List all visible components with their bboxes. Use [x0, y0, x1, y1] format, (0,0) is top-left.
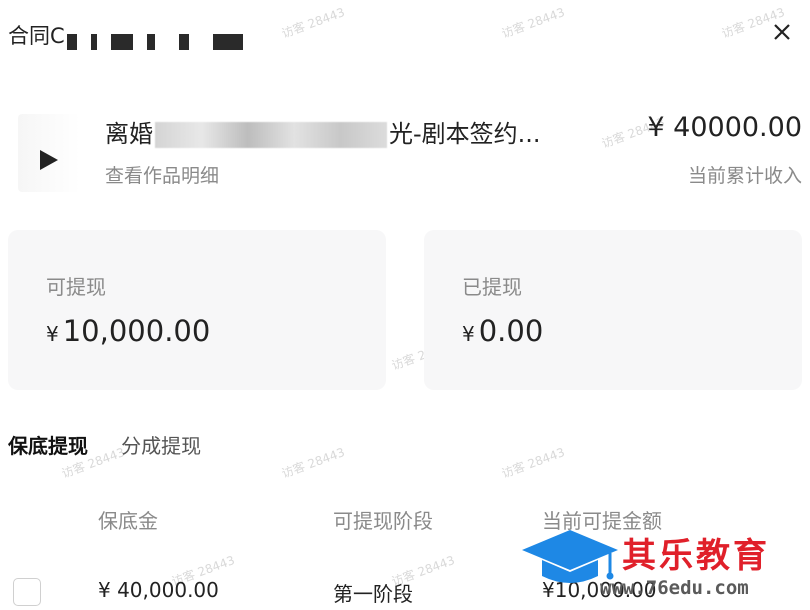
work-title-start: 离婚	[105, 120, 153, 148]
column-header-stage: 可提现阶段	[333, 509, 433, 533]
dialog-title-text: 合同C	[8, 24, 65, 48]
withdrawn-amount: 0.00	[478, 314, 544, 348]
work-cover[interactable]	[18, 114, 80, 192]
work-title-end: 光-剧本签约...	[389, 120, 541, 148]
brand-logo-watermark: 其乐教育 www.76edu.com	[520, 528, 810, 608]
withdrawable-card: 可提现 ¥10,000.00	[8, 230, 386, 390]
brand-logo-text: 其乐教育	[622, 536, 770, 576]
withdrawn-currency: ¥	[462, 322, 475, 346]
withdrawn-label: 已提现	[462, 275, 522, 299]
brand-logo-url: www.76edu.com	[600, 577, 749, 599]
redacted-title-blur	[155, 122, 387, 148]
dialog-header: 合同C	[0, 0, 810, 70]
withdrawable-amount: 10,000.00	[62, 314, 211, 348]
withdrawn-card: 已提现 ¥0.00	[424, 230, 802, 390]
watermark: 访客 28443	[499, 445, 567, 481]
redacted-title-mosaic	[66, 29, 243, 50]
tab-share-withdraw[interactable]: 分成提现	[121, 430, 201, 459]
withdrawn-value: ¥0.00	[462, 314, 543, 348]
total-income-amount: ¥ 40000.00	[647, 112, 802, 143]
tab-guarantee-withdraw[interactable]: 保底提现	[8, 430, 88, 459]
withdrawable-currency: ¥	[46, 322, 59, 346]
play-icon	[40, 150, 58, 170]
withdrawable-value: ¥10,000.00	[46, 314, 210, 348]
cell-stage: 第一阶段	[333, 582, 413, 606]
work-summary: 离婚 光-剧本签约... 查看作品明细 ¥ 40000.00 当前累计收入	[0, 100, 810, 200]
view-work-details-link[interactable]: 查看作品明细	[105, 161, 219, 188]
close-icon	[774, 24, 790, 40]
watermark: 访客 28443	[279, 445, 347, 481]
dialog-title: 合同C	[8, 20, 243, 50]
row-checkbox[interactable]	[13, 578, 41, 606]
cell-guarantee: ¥ 40,000.00	[98, 578, 219, 602]
work-title: 离婚 光-剧本签约...	[105, 114, 541, 149]
total-income-label: 当前累计收入	[687, 165, 802, 187]
column-header-guarantee: 保底金	[98, 509, 158, 533]
withdrawable-label: 可提现	[46, 275, 106, 299]
close-button[interactable]	[766, 16, 798, 48]
withdraw-tabs: 保底提现 分成提现	[8, 430, 229, 464]
